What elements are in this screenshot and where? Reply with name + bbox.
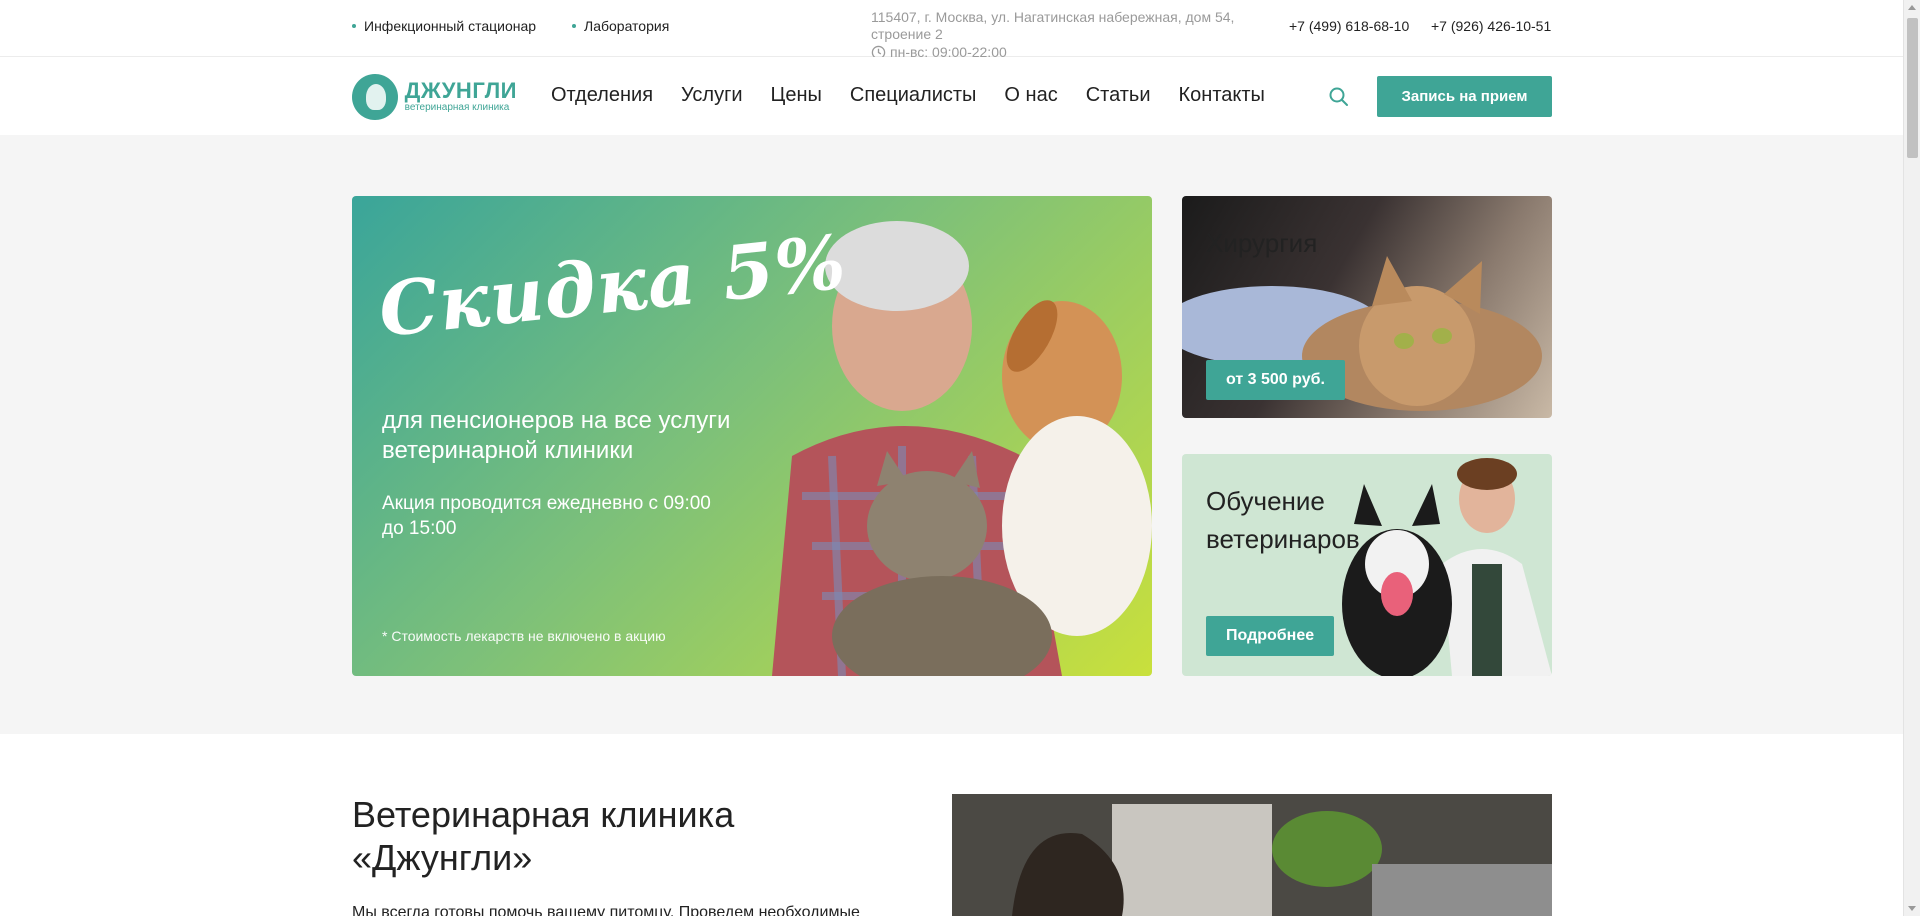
card-vet-training-button[interactable]: Подробнее — [1206, 616, 1335, 656]
link-laboratory-label: Лаборатория — [584, 18, 670, 34]
logo-text: ДЖУНГЛИ ветеринарная клиника — [405, 80, 517, 114]
card-vet-training[interactable]: Обучение ветеринаров Подробнее — [1182, 454, 1552, 676]
address: 115407, г. Москва, ул. Нагатинская набер… — [871, 9, 1235, 42]
about-photo — [952, 794, 1552, 916]
logo-title: ДЖУНГЛИ — [404, 78, 517, 103]
promo-lead: для пенсионеров на все услуги ветеринарн… — [382, 407, 731, 464]
card-surgery-title: Хирургия — [1206, 228, 1318, 258]
menu-item-prices[interactable]: Цены — [771, 84, 822, 107]
menu-item-services[interactable]: Услуги — [681, 84, 743, 107]
scroll-thumb[interactable] — [1907, 18, 1918, 158]
about-title: Ветеринарная клиника «Джунгли» — [352, 794, 735, 878]
logo-icon — [352, 74, 398, 120]
menu-item-about[interactable]: О нас — [1004, 84, 1057, 107]
menu-item-contacts[interactable]: Контакты — [1179, 84, 1265, 107]
card-vet-training-title: Обучение ветеринаров — [1206, 486, 1360, 554]
link-infection-hospital[interactable]: Инфекционный стационар — [352, 18, 536, 34]
logo-subtitle: ветеринарная клиника — [404, 102, 510, 113]
phone-2[interactable]: +7 (926) 426-10-51 — [1431, 18, 1551, 34]
logo[interactable]: ДЖУНГЛИ ветеринарная клиника — [352, 74, 517, 120]
menu-item-articles[interactable]: Статьи — [1086, 84, 1151, 107]
about-text: Мы всегда готовы помочь вашему питомцу. … — [352, 904, 860, 916]
card-surgery-price: от 3 500 руб. — [1206, 360, 1345, 400]
scroll-down-icon[interactable] — [1908, 906, 1916, 911]
promo-note: Акция проводится ежедневно с 09:00 до 15… — [382, 493, 711, 539]
appointment-button[interactable]: Запись на прием — [1377, 76, 1552, 117]
card-surgery[interactable]: Хирургия от 3 500 руб. — [1182, 196, 1552, 418]
hero-section: Скидка 5% для пенсионеров на все услуги … — [0, 135, 1903, 734]
main-menu: Отделения Услуги Цены Специалисты О нас … — [551, 84, 1293, 107]
phone-1[interactable]: +7 (499) 618-68-10 — [1289, 18, 1409, 34]
link-infection-hospital-label: Инфекционный стационар — [364, 18, 537, 34]
scroll-up-icon[interactable] — [1908, 5, 1916, 10]
bullet-icon — [572, 24, 576, 28]
top-bar: Инфекционный стационар Лаборатория 11540… — [0, 0, 1903, 60]
search-icon[interactable] — [1328, 86, 1350, 108]
bullet-icon — [352, 24, 356, 28]
promo-banner[interactable]: Скидка 5% для пенсионеров на все услуги … — [352, 196, 1152, 676]
scrollbar[interactable] — [1903, 0, 1920, 916]
menu-item-specialists[interactable]: Специалисты — [850, 84, 977, 107]
promo-footnote: * Стоимость лекарств не включено в акцию — [382, 628, 666, 644]
main-header: ДЖУНГЛИ ветеринарная клиника Отделения У… — [0, 57, 1903, 135]
link-laboratory[interactable]: Лаборатория — [572, 18, 669, 34]
about-photo-image — [952, 794, 1552, 916]
menu-item-departments[interactable]: Отделения — [551, 84, 653, 107]
